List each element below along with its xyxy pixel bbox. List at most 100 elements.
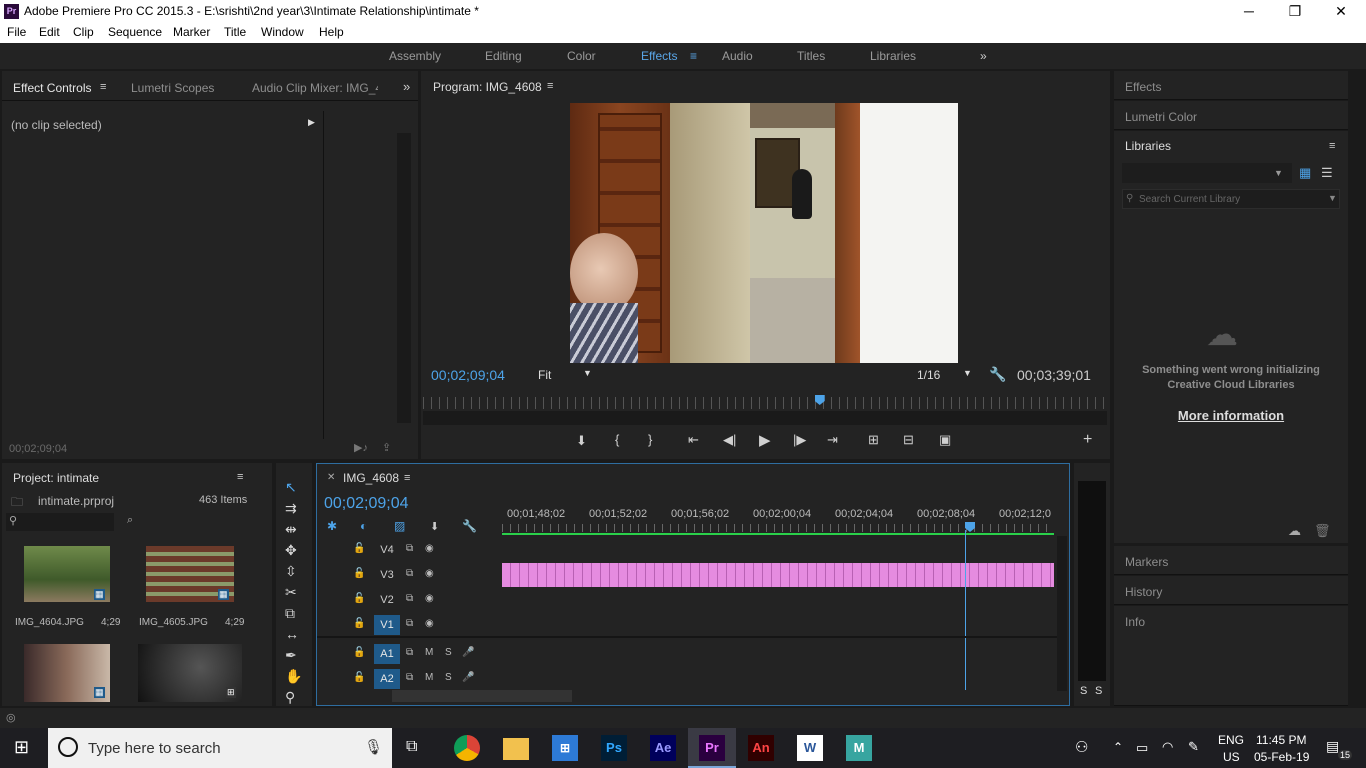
maya-icon[interactable]: M: [846, 735, 872, 761]
track-select-tool-icon[interactable]: ⇉: [285, 500, 297, 517]
menu-window[interactable]: Window: [261, 25, 304, 39]
export-frame-camera-icon[interactable]: ▣: [939, 432, 951, 448]
tab-effect-controls[interactable]: Effect Controls: [13, 81, 91, 95]
timeline-menu-icon[interactable]: ≡: [404, 472, 410, 484]
library-dropdown[interactable]: [1122, 163, 1292, 183]
pen-tool-icon[interactable]: ✒: [285, 647, 297, 664]
tab-lumetri-scopes[interactable]: Lumetri Scopes: [131, 81, 214, 95]
timeline-timecode[interactable]: 00;02;09;04: [324, 495, 409, 513]
v3-clip[interactable]: [502, 563, 1054, 587]
track-name[interactable]: V1: [374, 615, 400, 635]
program-time-ruler[interactable]: [423, 397, 1107, 409]
markers-panel-header[interactable]: Markers: [1114, 546, 1348, 575]
settings-wrench-icon[interactable]: 🔧: [989, 366, 1006, 383]
sync-lock-icon[interactable]: ⧉: [406, 618, 413, 629]
cloud-sync-icon[interactable]: ☁: [1288, 523, 1301, 539]
windows-start-icon[interactable]: ⊞: [14, 737, 29, 758]
track-name[interactable]: V4: [374, 540, 400, 560]
timeline-vertical-scrollbar[interactable]: [1057, 536, 1067, 691]
library-chevron-down-icon[interactable]: ▼: [1274, 168, 1283, 178]
add-marker-icon[interactable]: ⬇: [576, 433, 587, 449]
close-button[interactable]: ✕: [1318, 0, 1364, 23]
task-view-icon[interactable]: ⧉: [406, 738, 417, 756]
workspace-color[interactable]: Color: [567, 49, 596, 63]
lock-icon[interactable]: 🔓: [353, 618, 365, 629]
panel-overflow-icon[interactable]: »: [403, 79, 410, 94]
project-menu-icon[interactable]: ≡: [237, 471, 243, 483]
selection-tool-icon[interactable]: ↖: [285, 479, 297, 496]
ripple-edit-tool-icon[interactable]: ⇹: [285, 521, 297, 538]
step-forward-icon[interactable]: |▶: [793, 432, 806, 448]
expand-triangle-icon[interactable]: ▶: [308, 117, 315, 128]
track-header-a1[interactable]: 🔓 A1 ⧉ M S 🎤: [318, 642, 501, 666]
wifi-icon[interactable]: ◠: [1162, 739, 1173, 755]
menu-title[interactable]: Title: [224, 25, 246, 39]
menu-clip[interactable]: Clip: [73, 25, 94, 39]
go-to-out-icon[interactable]: ⇥: [827, 432, 838, 448]
mute-button[interactable]: M: [425, 647, 433, 658]
lock-icon[interactable]: 🔓: [353, 543, 365, 554]
track-header-v4[interactable]: 🔓 V4 ⧉ ◉: [318, 538, 501, 562]
menu-marker[interactable]: Marker: [173, 25, 210, 39]
search-chevron-down-icon[interactable]: ▼: [1328, 193, 1337, 203]
track-header-v2[interactable]: 🔓 V2 ⧉ ◉: [318, 588, 501, 612]
lock-icon[interactable]: 🔓: [353, 672, 365, 683]
workspace-effects[interactable]: Effects: [641, 49, 677, 63]
resolution-chevron-down-icon[interactable]: ▼: [963, 368, 972, 378]
store-icon[interactable]: ⊞: [552, 735, 578, 761]
panel-menu-icon[interactable]: ≡: [100, 81, 106, 93]
workspace-assembly[interactable]: Assembly: [389, 49, 441, 63]
track-header-v3[interactable]: 🔓 V3 ⧉ ◉: [318, 563, 501, 587]
extract-icon[interactable]: ⊟: [903, 432, 914, 448]
libraries-menu-icon[interactable]: ≡: [1329, 140, 1335, 152]
battery-icon[interactable]: ▭: [1136, 740, 1148, 756]
list-view-icon[interactable]: ☰: [1321, 165, 1333, 181]
slip-tool-icon[interactable]: ⧉: [285, 605, 295, 622]
tab-audio-clip-mixer[interactable]: Audio Clip Mixer: IMG_46: [252, 81, 378, 95]
find-icon[interactable]: ⌕: [127, 514, 133, 527]
chrome-icon[interactable]: [454, 735, 480, 761]
premiere-icon[interactable]: Pr: [699, 735, 725, 761]
snap-icon[interactable]: ✱: [327, 519, 337, 533]
filter-icon[interactable]: ▶♪: [354, 441, 368, 454]
word-icon[interactable]: W: [797, 735, 823, 761]
eye-icon[interactable]: ◉: [425, 593, 434, 604]
zoom-tool-icon[interactable]: ⚲: [285, 689, 295, 706]
eye-icon[interactable]: ◉: [425, 568, 434, 579]
linked-selection-icon[interactable]: ◐: [360, 519, 367, 533]
workspace-libraries[interactable]: Libraries: [870, 49, 916, 63]
sync-lock-icon[interactable]: ⧉: [406, 593, 413, 604]
lumetri-color-header[interactable]: Lumetri Color: [1114, 101, 1348, 130]
play-icon[interactable]: ▶: [759, 431, 771, 449]
animate-icon[interactable]: An: [748, 735, 774, 761]
language-eng[interactable]: ENG: [1218, 733, 1244, 747]
timeline-scrollbar[interactable]: [397, 133, 411, 423]
track-header-v1[interactable]: 🔓 V1 ⧉ ◉: [318, 613, 501, 637]
workspace-menu-icon[interactable]: ≡: [690, 49, 697, 63]
after-effects-icon[interactable]: Ae: [650, 735, 676, 761]
action-center-icon[interactable]: ▤: [1326, 738, 1339, 755]
go-to-in-icon[interactable]: ⇤: [688, 432, 699, 448]
timeline-ruler[interactable]: 00;01;48;02 00;01;52;02 00;01;56;02 00;0…: [502, 506, 1054, 536]
program-zoom-bar[interactable]: [423, 411, 1107, 425]
eye-icon[interactable]: ◉: [425, 543, 434, 554]
timeline-settings-wrench-icon[interactable]: 🔧: [462, 519, 477, 533]
razor-tool-icon[interactable]: ✂: [285, 584, 297, 601]
clock-time[interactable]: 11:45 PM: [1256, 733, 1306, 747]
rate-stretch-tool-icon[interactable]: ⇳: [285, 563, 297, 580]
resolution-dropdown[interactable]: 1/16: [917, 368, 940, 382]
track-name[interactable]: V2: [374, 590, 400, 610]
trash-icon[interactable]: 🗑: [1314, 523, 1331, 539]
workspace-audio[interactable]: Audio: [722, 49, 753, 63]
more-information-link[interactable]: More information: [1114, 408, 1348, 423]
photoshop-icon[interactable]: Ps: [601, 735, 627, 761]
grid-view-icon[interactable]: ▦: [1299, 165, 1311, 181]
mute-button[interactable]: M: [425, 672, 433, 683]
program-current-timecode[interactable]: 00;02;09;04: [431, 367, 505, 383]
microphone-icon[interactable]: 🎤: [462, 672, 474, 683]
close-sequence-icon[interactable]: ✕: [327, 472, 335, 483]
maximize-button[interactable]: ❐: [1272, 0, 1318, 23]
mark-out-icon[interactable]: }: [648, 432, 652, 447]
export-icon[interactable]: ⇪: [382, 441, 391, 454]
lock-icon[interactable]: 🔓: [353, 593, 365, 604]
